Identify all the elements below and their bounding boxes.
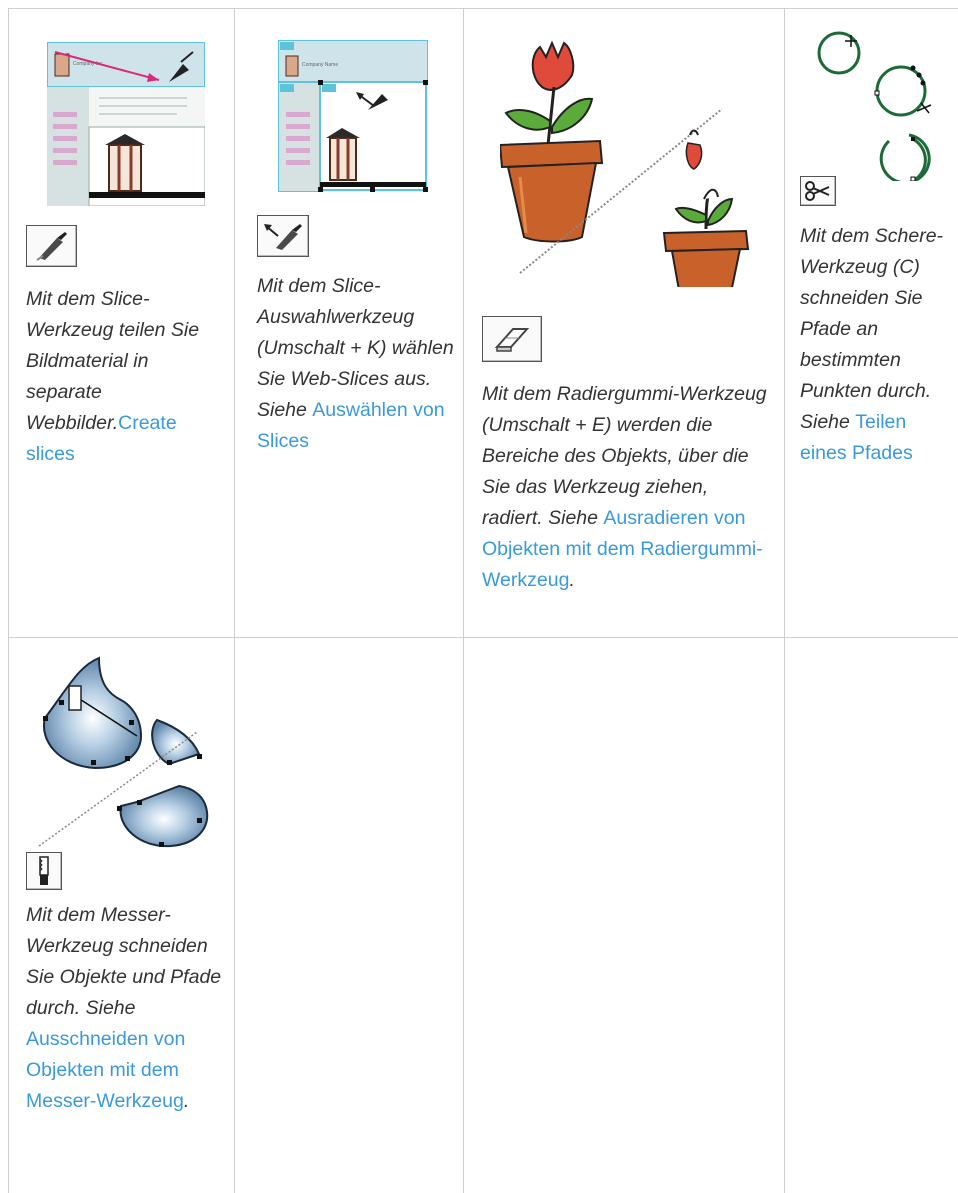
eraser-tulip-illustration bbox=[500, 40, 750, 287]
slice-select-tool-icon bbox=[257, 215, 309, 257]
svg-text:Company Name: Company Name bbox=[302, 62, 338, 68]
slice-select-tool-description: Mit dem Slice-Auswahlwerkzeug (Umschalt … bbox=[257, 275, 454, 452]
ausschneiden-link[interactable]: Ausschneiden von Objekten mit dem Messer… bbox=[26, 1028, 185, 1112]
table-cell-knife-tool: Mit dem Messer-Werkzeug schneiden Sie Ob… bbox=[9, 638, 234, 1193]
slice-select-illustration: Company Name bbox=[278, 40, 428, 192]
table-cell-empty-2 bbox=[464, 638, 784, 1193]
table-cell-empty-3 bbox=[785, 638, 958, 1193]
table-cell-eraser-tool: Mit dem Radiergummi-Werkzeug (Umschalt +… bbox=[464, 9, 784, 637]
slice-tool-description: Mit dem Slice-Werkzeug teilen Sie Bildma… bbox=[26, 288, 200, 465]
knife-drop-illustration bbox=[38, 656, 209, 848]
table-cell-slice-select-tool: Company Name Mit dem Slice-Auswahlwerkze… bbox=[235, 9, 463, 637]
table-cell-scissors-tool: Mit dem Schere-Werkzeug (C) schneiden Si… bbox=[785, 9, 958, 637]
scissors-circles-illustration bbox=[817, 31, 932, 181]
scissors-tool-icon bbox=[800, 176, 836, 206]
tool-table: Company Inc. Mit dem Slice-Werkzeug teil… bbox=[0, 0, 958, 1193]
eraser-tool-icon bbox=[482, 316, 542, 362]
knife-tool-description: Mit dem Messer-Werkzeug schneiden Sie Ob… bbox=[26, 904, 222, 1112]
eraser-tool-description: Mit dem Radiergummi-Werkzeug (Umschalt +… bbox=[482, 383, 767, 591]
slice-tool-illustration: Company Inc. bbox=[47, 42, 205, 206]
scissors-tool-description: Mit dem Schere-Werkzeug (C) schneiden Si… bbox=[800, 225, 944, 464]
knife-tool-icon bbox=[26, 852, 62, 890]
table-cell-slice-tool: Company Inc. Mit dem Slice-Werkzeug teil… bbox=[9, 9, 234, 637]
table-cell-empty-1 bbox=[235, 638, 463, 1193]
slice-tool-icon bbox=[26, 225, 77, 267]
